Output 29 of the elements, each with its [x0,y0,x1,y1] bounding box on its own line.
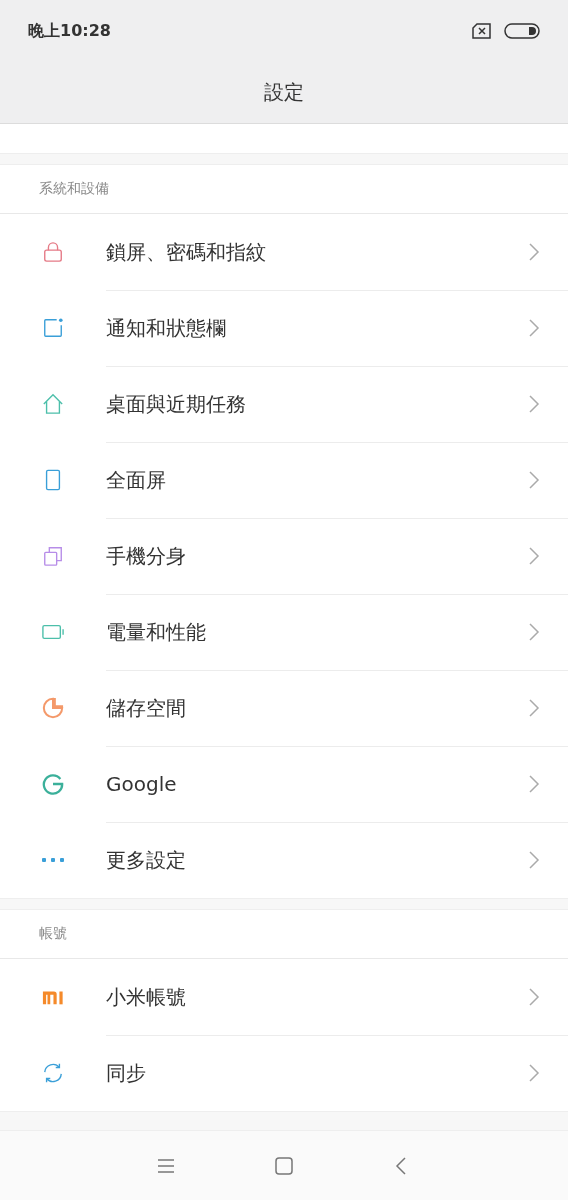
chevron-right-icon [528,242,540,262]
chevron-right-icon [528,546,540,566]
settings-item[interactable]: 儲存空間 [106,694,528,722]
settings-item[interactable]: 更多設定 [106,846,528,874]
settings-item[interactable]: 電量和性能 [106,618,528,646]
chevron-right-icon [528,622,540,642]
status-time: 晚上10:28 [28,20,111,42]
settings-item[interactable]: 小米帳號 [106,983,528,1011]
chevron-right-icon [528,1063,540,1083]
chevron-right-icon [528,394,540,414]
settings-item[interactable]: Google [106,772,528,796]
home-button-icon[interactable] [273,1154,295,1177]
chevron-right-icon [528,850,540,870]
settings-item[interactable]: 同步 [106,1059,528,1087]
section-header: 帳號 [39,925,67,943]
chevron-right-icon [528,470,540,490]
settings-item[interactable]: 全面屏 [106,466,528,494]
settings-item[interactable]: 鎖屏、密碼和指紋 [106,238,528,266]
section-header: 系統和設備 [39,180,109,198]
battery-icon [504,23,540,39]
page-title: 設定 [264,79,304,106]
chevron-right-icon [528,987,540,1007]
chevron-right-icon [528,318,540,338]
settings-item[interactable]: 手機分身 [106,542,528,570]
settings-item[interactable]: 通知和狀態欄 [106,314,528,342]
chevron-right-icon [528,698,540,718]
sim-card-icon [472,23,492,39]
settings-item[interactable]: 桌面與近期任務 [106,390,528,418]
chevron-right-icon [528,774,540,794]
